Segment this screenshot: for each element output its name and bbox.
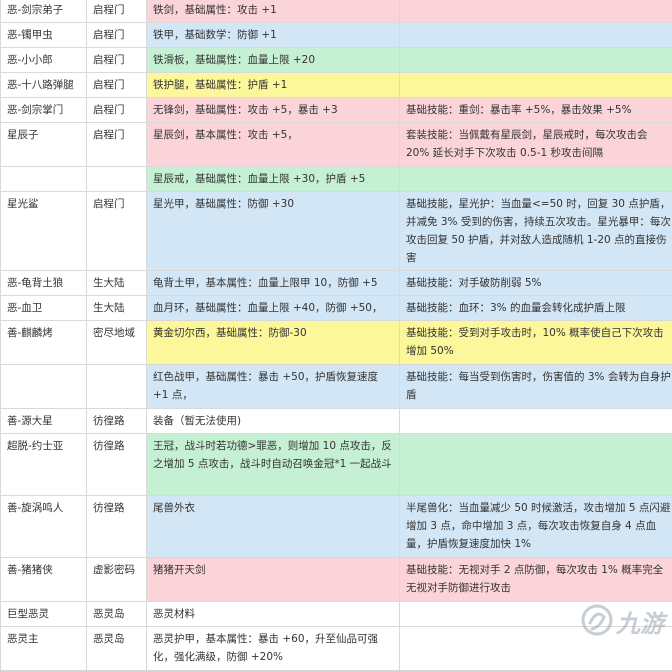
cell-name [1, 365, 87, 409]
cell-item: 铁护腿，基础属性：护盾 +1 [147, 73, 400, 98]
table-row: 恶-十八路弹腿 启程门 铁护腿，基础属性：护盾 +1 [1, 73, 672, 98]
cell-skill [400, 0, 672, 23]
cell-item: 尾兽外衣 [147, 496, 400, 558]
cell-place: 启程门 [87, 192, 147, 271]
cell-place: 生大陆 [87, 296, 147, 321]
cell-name: 恶-剑宗弟子 [1, 0, 87, 23]
table-row: 超脱-约士亚 彷徨路 王冠，战斗时若功德>罪恶，则增加 10 点攻击，反之增加 … [1, 434, 672, 496]
cell-item: 王冠，战斗时若功德>罪恶，则增加 10 点攻击，反之增加 5 点攻击，战斗时自动… [147, 434, 400, 496]
cell-name: 超脱-约士亚 [1, 434, 87, 496]
table-row: 恶-剑宗弟子 启程门 铁剑，基础属性：攻击 +1 [1, 0, 672, 23]
cell-name: 恶-龟背土狼 [1, 271, 87, 296]
cell-place: 生大陆 [87, 271, 147, 296]
cell-name: 星辰子 [1, 123, 87, 167]
cell-place: 启程门 [87, 48, 147, 73]
cell-skill [400, 167, 672, 192]
cell-item: 龟背土甲，基本属性：血量上限甲 10，防御 +5 [147, 271, 400, 296]
cell-skill: 基础技能：无视对手 2 点防御，每次攻击 1% 概率完全无视对手防御进行攻击 [400, 558, 672, 602]
cell-skill: 基础技能：重剑：暴击率 +5%，暴击效果 +5% [400, 98, 672, 123]
table-row: 红色战甲，基础属性：暴击 +50，护盾恢复速度 +1 点， 基础技能：每当受到伤… [1, 365, 672, 409]
cell-skill [400, 602, 672, 627]
cell-place: 启程门 [87, 98, 147, 123]
cell-place: 彷徨路 [87, 496, 147, 558]
table-row: 恶-剑宗掌门 启程门 无锋剑，基础属性：攻击 +5，暴击 +3 基础技能：重剑：… [1, 98, 672, 123]
cell-skill: 套装技能：当佩戴有星辰剑，星辰戒时，每次攻击会 20% 延长对手下次攻击 0.5… [400, 123, 672, 167]
table-row: 恶灵主 恶灵岛 恶灵护甲，基本属性：暴击 +60，升至仙品可强化，强化满级，防御… [1, 627, 672, 671]
table-row: 星辰子 启程门 星辰剑，基本属性：攻击 +5， 套装技能：当佩戴有星辰剑，星辰戒… [1, 123, 672, 167]
cell-place: 启程门 [87, 73, 147, 98]
cell-name: 善-源大星 [1, 409, 87, 434]
cell-item: 星辰戒，基础属性：血量上限 +30，护盾 +5 [147, 167, 400, 192]
cell-item: 铁剑，基础属性：攻击 +1 [147, 0, 400, 23]
cell-item: 红色战甲，基础属性：暴击 +50，护盾恢复速度 +1 点， [147, 365, 400, 409]
table-row: 善-麒麟烤 密尽地域 黄金切尔西，基础属性：防御-30 基础技能：受到对手攻击时… [1, 321, 672, 365]
table-row: 巨型恶灵 恶灵岛 恶灵材料 [1, 602, 672, 627]
cell-item: 恶灵护甲，基本属性：暴击 +60，升至仙品可强化，强化满级，防御 +20% [147, 627, 400, 671]
cell-skill: 基础技能：受到对手攻击时，10% 概率使自己下次攻击增加 50% [400, 321, 672, 365]
cell-skill: 基础技能：每当受到伤害时，伤害值的 3% 会转为自身护盾 [400, 365, 672, 409]
table-row: 恶-龟背土狼 生大陆 龟背土甲，基本属性：血量上限甲 10，防御 +5 基础技能… [1, 271, 672, 296]
cell-item: 铁甲，基础数学：防御 +1 [147, 23, 400, 48]
cell-name: 星光鲨 [1, 192, 87, 271]
cell-skill [400, 23, 672, 48]
cell-skill: 基础技能：对手破防削弱 5% [400, 271, 672, 296]
cell-skill: 基础技能，星光护：当血量<=50 时，回复 30 点护盾，并减免 3% 受到的伤… [400, 192, 672, 271]
cell-item: 星光甲，基础属性：防御 +30 [147, 192, 400, 271]
cell-skill: 半尾兽化：当血量减少 50 时候激活，攻击增加 5 点闪避增加 3 点，命中增加… [400, 496, 672, 558]
cell-name: 恶-小小郎 [1, 48, 87, 73]
cell-place: 启程门 [87, 0, 147, 23]
cell-item: 星辰剑，基本属性：攻击 +5， [147, 123, 400, 167]
cell-place: 恶灵岛 [87, 627, 147, 671]
cell-skill [400, 627, 672, 671]
cell-place: 虚影密码 [87, 558, 147, 602]
table-row: 星辰戒，基础属性：血量上限 +30，护盾 +5 [1, 167, 672, 192]
cell-skill [400, 48, 672, 73]
cell-name: 恶-剑宗掌门 [1, 98, 87, 123]
cell-place: 恶灵岛 [87, 602, 147, 627]
table-row: 善-旋涡鸣人 彷徨路 尾兽外衣 半尾兽化：当血量减少 50 时候激活，攻击增加 … [1, 496, 672, 558]
table-row: 恶-小小郎 启程门 铁滑板，基础属性：血量上限 +20 [1, 48, 672, 73]
cell-place: 彷徨路 [87, 434, 147, 496]
cell-item: 血月环，基础属性：血量上限 +40，防御 +50， [147, 296, 400, 321]
cell-skill [400, 434, 672, 496]
cell-item: 铁滑板，基础属性：血量上限 +20 [147, 48, 400, 73]
table-row: 善-源大星 彷徨路 装备（暂无法使用) [1, 409, 672, 434]
cell-name: 善-旋涡鸣人 [1, 496, 87, 558]
cell-name: 善-麒麟烤 [1, 321, 87, 365]
cell-item: 装备（暂无法使用) [147, 409, 400, 434]
cell-skill [400, 409, 672, 434]
cell-place: 彷徨路 [87, 409, 147, 434]
cell-item: 猪猪开天剑 [147, 558, 400, 602]
cell-name: 恶-十八路弹腿 [1, 73, 87, 98]
cell-name: 恶灵主 [1, 627, 87, 671]
cell-place: 启程门 [87, 123, 147, 167]
cell-place [87, 167, 147, 192]
cell-item: 无锋剑，基础属性：攻击 +5，暴击 +3 [147, 98, 400, 123]
table-row: 恶-镯甲虫 启程门 铁甲，基础数学：防御 +1 [1, 23, 672, 48]
table-row: 恶-血卫 生大陆 血月环，基础属性：血量上限 +40，防御 +50， 基础技能：… [1, 296, 672, 321]
cell-item: 黄金切尔西，基础属性：防御-30 [147, 321, 400, 365]
cell-name [1, 167, 87, 192]
table-row: 星光鲨 启程门 星光甲，基础属性：防御 +30 基础技能，星光护：当血量<=50… [1, 192, 672, 271]
cell-place: 密尽地域 [87, 321, 147, 365]
cell-skill: 基础技能：血环：3% 的血量会转化成护盾上限 [400, 296, 672, 321]
cell-name: 巨型恶灵 [1, 602, 87, 627]
cell-name: 恶-镯甲虫 [1, 23, 87, 48]
cell-name: 恶-血卫 [1, 296, 87, 321]
cell-name: 善-猪猪侠 [1, 558, 87, 602]
cell-place [87, 365, 147, 409]
cell-item: 恶灵材料 [147, 602, 400, 627]
table-row: 善-猪猪侠 虚影密码 猪猪开天剑 基础技能：无视对手 2 点防御，每次攻击 1%… [1, 558, 672, 602]
equipment-table: 恶-剑宗弟子 启程门 铁剑，基础属性：攻击 +1 恶-镯甲虫 启程门 铁甲，基础… [0, 0, 672, 671]
cell-skill [400, 73, 672, 98]
cell-place: 启程门 [87, 23, 147, 48]
